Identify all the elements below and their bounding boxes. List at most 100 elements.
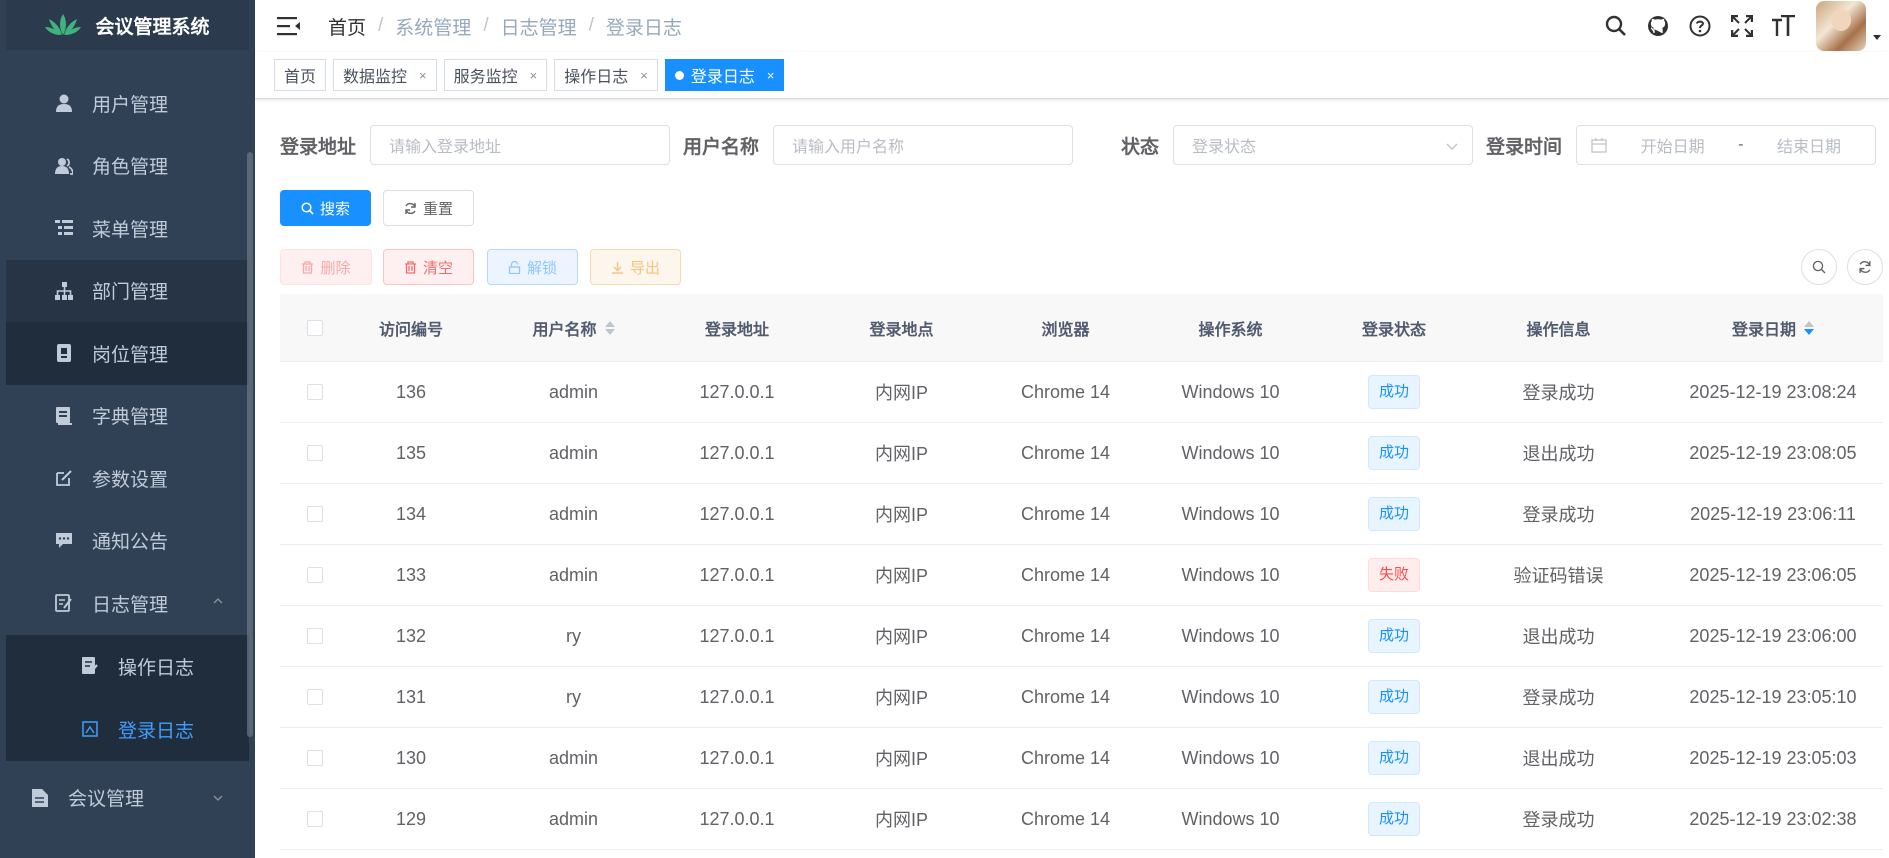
clear-button[interactable]: 清空 xyxy=(383,249,474,285)
table-row[interactable]: 136 admin 127.0.0.1 内网IP Chrome 14 Windows 10… xyxy=(280,362,1883,423)
cell-msg: 登录成功 xyxy=(1522,383,1595,403)
sort-icon[interactable] xyxy=(1804,320,1814,335)
fullscreen-icon[interactable] xyxy=(1730,14,1754,38)
cell-location: 内网IP xyxy=(874,688,928,708)
header-user[interactable]: 用户名称 xyxy=(472,294,675,361)
row-select xyxy=(280,484,350,544)
search-button[interactable]: 搜索 xyxy=(280,190,371,226)
tag-server-monitor[interactable]: 服务监控 × xyxy=(443,59,548,91)
table-row[interactable]: 129 admin 127.0.0.1 内网IP Chrome 14 Windows 10… xyxy=(280,789,1883,850)
row-checkbox[interactable] xyxy=(307,567,323,583)
search-icon[interactable] xyxy=(1604,14,1628,38)
status-badge: 成功 xyxy=(1367,741,1420,775)
table-row[interactable]: 131 ry 127.0.0.1 内网IP Chrome 14 Windows 10 成功 登… xyxy=(280,667,1883,728)
date-range-picker[interactable]: 开始日期 - 结束日期 xyxy=(1576,125,1877,165)
table-row[interactable]: 134 admin 127.0.0.1 内网IP Chrome 14 Windows 10… xyxy=(280,484,1883,545)
sidebar: 会议管理系统 用户管理 角色管理 菜单管理 部门管理 岗位管理 字典管理 参数设… xyxy=(0,0,255,858)
header-time[interactable]: 登录日期 xyxy=(1663,294,1883,361)
tag-logininfor[interactable]: 登录日志 × xyxy=(664,59,785,91)
cell-msg: 验证码错误 xyxy=(1513,566,1604,586)
github-icon[interactable] xyxy=(1646,14,1670,38)
reset-button[interactable]: 重置 xyxy=(383,190,474,226)
cell-id: 131 xyxy=(395,686,427,707)
sidebar-item-post[interactable]: 岗位管理 xyxy=(6,322,249,385)
user-label: 用户名称 xyxy=(683,136,760,158)
cell-user: ry xyxy=(566,686,581,707)
row-checkbox[interactable] xyxy=(307,750,323,766)
row-checkbox[interactable] xyxy=(307,506,323,522)
cell-browser: Chrome 14 xyxy=(1020,503,1111,524)
cell-msg: 退出成功 xyxy=(1522,627,1595,647)
row-checkbox[interactable] xyxy=(307,628,323,644)
tag-operlog[interactable]: 操作日志 × xyxy=(554,59,658,91)
caret-down-icon[interactable] xyxy=(1872,32,1882,42)
row-checkbox[interactable] xyxy=(307,445,323,461)
sidebar-item-operlog[interactable]: 操作日志 xyxy=(6,634,249,698)
row-checkbox[interactable] xyxy=(307,811,323,827)
sidebar-item-label: 岗位管理 xyxy=(92,344,169,366)
cell-status: 成功 xyxy=(1334,362,1454,422)
sidebar-item-logininfor[interactable]: 登录日志 xyxy=(6,697,249,761)
sidebar-item-dict[interactable]: 字典管理 xyxy=(6,385,249,448)
close-icon[interactable]: × xyxy=(640,68,648,83)
hamburger-icon[interactable] xyxy=(277,15,301,37)
close-icon[interactable]: × xyxy=(530,68,538,83)
sidebar-item-meeting[interactable]: 会议管理 xyxy=(6,762,249,833)
ip-label: 登录地址 xyxy=(280,136,357,158)
table-row[interactable]: 132 ry 127.0.0.1 内网IP Chrome 14 Windows 10 成功 退… xyxy=(280,606,1883,667)
sidebar-item-config[interactable]: 参数设置 xyxy=(6,447,249,510)
sidebar-submenu-log: 操作日志 登录日志 xyxy=(6,634,249,761)
status-label: 状态 xyxy=(1121,136,1160,158)
cell-browser: Chrome 14 xyxy=(1020,747,1111,768)
close-icon[interactable]: × xyxy=(419,68,427,83)
unlock-button[interactable]: 解锁 xyxy=(487,249,578,285)
sidebar-item-dept[interactable]: 部门管理 xyxy=(6,259,249,322)
cell-time: 2025-12-19 23:05:03 xyxy=(1689,747,1857,768)
status-select[interactable]: 登录状态 xyxy=(1173,125,1474,165)
message-icon xyxy=(54,531,74,551)
sidebar-item-menu[interactable]: 菜单管理 xyxy=(6,197,249,260)
row-checkbox[interactable] xyxy=(307,689,323,705)
toggle-search-button[interactable] xyxy=(1801,249,1837,285)
breadcrumb-item-home[interactable]: 首页 xyxy=(328,13,366,40)
question-icon[interactable] xyxy=(1688,14,1712,38)
close-icon[interactable]: × xyxy=(767,68,775,83)
sidebar-item-role[interactable]: 角色管理 xyxy=(6,135,249,198)
table-row[interactable]: 135 admin 127.0.0.1 内网IP Chrome 14 Windows 10… xyxy=(280,423,1883,484)
cell-location: 内网IP xyxy=(874,749,928,769)
sort-icon[interactable] xyxy=(604,320,615,335)
cell-os: Windows 10 xyxy=(1181,808,1280,829)
ip-input[interactable]: 请输入登录地址 xyxy=(370,125,671,165)
sidebar-item-notice[interactable]: 通知公告 xyxy=(6,510,249,573)
sidebar-scrollbar[interactable] xyxy=(247,152,253,737)
cell-status: 成功 xyxy=(1334,484,1454,544)
search-form: 登录地址 请输入登录地址 用户名称 请输入用户名称 状态 登录状态 登录时间 开… xyxy=(280,125,1877,165)
tag-home[interactable]: 首页 xyxy=(274,59,327,91)
row-checkbox[interactable] xyxy=(307,384,323,400)
tag-data-monitor[interactable]: 数据监控 × xyxy=(333,59,437,91)
breadcrumb-separator: / xyxy=(483,15,489,36)
reset-button-label: 重置 xyxy=(422,200,453,218)
sidebar-item-log[interactable]: 日志管理 xyxy=(6,572,249,635)
clear-button-label: 清空 xyxy=(422,259,453,277)
username-input[interactable]: 请输入用户名称 xyxy=(773,125,1074,165)
cell-status: 成功 xyxy=(1334,667,1454,727)
search-icon xyxy=(301,201,314,215)
table-row[interactable]: 133 admin 127.0.0.1 内网IP Chrome 14 Windows 10… xyxy=(280,545,1883,606)
sidebar-item-label: 参数设置 xyxy=(92,469,169,491)
avatar[interactable] xyxy=(1816,1,1866,51)
cell-id: 133 xyxy=(395,564,427,585)
table-row[interactable]: 130 admin 127.0.0.1 内网IP Chrome 14 Windows 10… xyxy=(280,728,1883,789)
chevron-down-icon xyxy=(1446,143,1458,150)
font-size-icon[interactable] xyxy=(1772,14,1796,38)
delete-button[interactable]: 删除 xyxy=(280,249,372,285)
cell-os: Windows 10 xyxy=(1181,442,1280,463)
cell-id: 132 xyxy=(395,625,427,646)
export-button[interactable]: 导出 xyxy=(590,249,681,285)
select-all-checkbox[interactable] xyxy=(307,319,323,336)
sidebar-item-user[interactable]: 用户管理 xyxy=(6,72,249,135)
sidebar-menu: 用户管理 角色管理 菜单管理 部门管理 岗位管理 字典管理 参数设置 通知公告 … xyxy=(6,72,249,635)
refresh-button[interactable] xyxy=(1847,249,1883,285)
logo[interactable]: 会议管理系统 xyxy=(6,0,249,50)
cell-id: 135 xyxy=(395,442,427,463)
